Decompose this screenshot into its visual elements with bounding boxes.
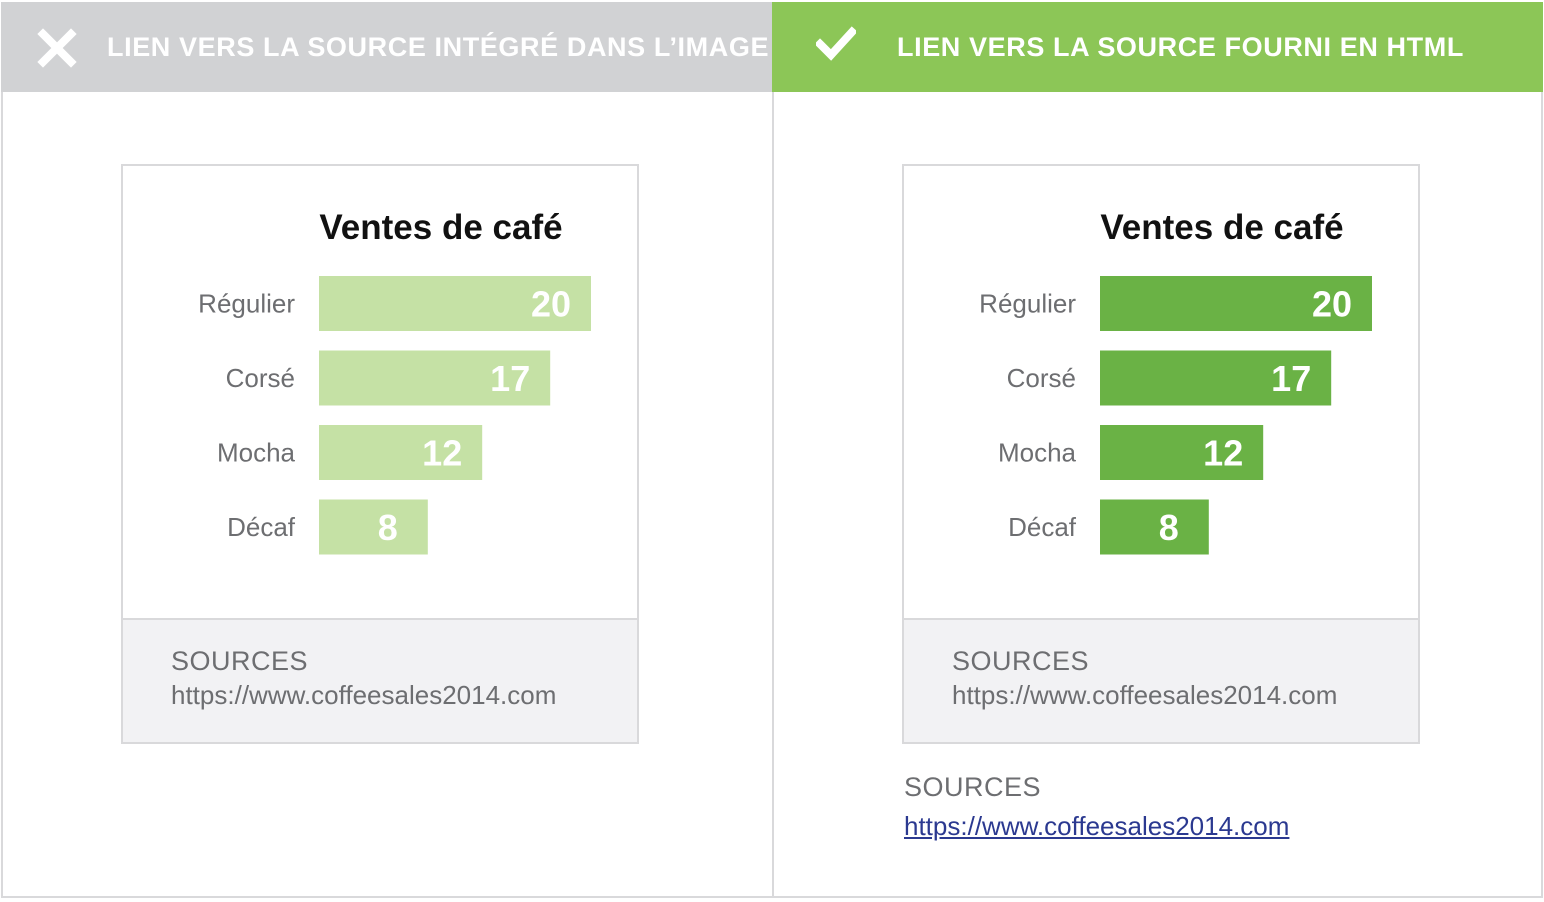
category-label: Régulier bbox=[198, 289, 295, 319]
bar-value-label: 17 bbox=[1271, 358, 1311, 399]
left-banner: LIEN VERS LA SOURCE INTÉGRÉ DANS L’IMAGE bbox=[1, 2, 774, 92]
html-source-link[interactable]: https://www.coffeesales2014.com bbox=[904, 811, 1289, 842]
html-sources-heading: SOURCES bbox=[904, 772, 1042, 802]
right-bar-chart: Ventes de café Régulier 20 Corsé 17 Mocha 12 Dé… bbox=[979, 208, 1372, 555]
bar-value-label: 20 bbox=[1312, 284, 1352, 325]
right-banner-text: LIEN VERS LA SOURCE FOURNI EN HTML bbox=[897, 32, 1464, 62]
bar-value-label: 12 bbox=[422, 433, 462, 474]
right-chart-sources-footer: SOURCES https://www.coffeesales2014.com bbox=[904, 618, 1418, 742]
right-sources-heading: SOURCES bbox=[952, 646, 1090, 676]
comparison-infographic: LIEN VERS LA SOURCE INTÉGRÉ DANS L’IMAGE… bbox=[0, 0, 1544, 902]
bar-value-label: 8 bbox=[1159, 507, 1179, 548]
bar-value-label: 20 bbox=[531, 284, 571, 325]
html-source-block: SOURCES https://www.coffeesales2014.com bbox=[904, 772, 1289, 842]
chart-title: Ventes de café bbox=[1100, 208, 1343, 247]
category-label: Mocha bbox=[217, 438, 296, 468]
left-sources-heading: SOURCES bbox=[171, 646, 309, 676]
right-banner: LIEN VERS LA SOURCE FOURNI EN HTML bbox=[772, 2, 1543, 92]
category-label: Mocha bbox=[998, 438, 1077, 468]
category-label: Corsé bbox=[226, 363, 295, 393]
left-panel-incorrect-example: LIEN VERS LA SOURCE INTÉGRÉ DANS L’IMAGE… bbox=[1, 2, 774, 898]
left-chart-sources-footer: SOURCES https://www.coffeesales2014.com bbox=[123, 618, 637, 742]
category-label: Corsé bbox=[1007, 363, 1076, 393]
bar-value-label: 12 bbox=[1203, 433, 1243, 474]
left-chart-card: Ventes de café Régulier 20 Corsé 17 Mocha 12 Dé… bbox=[121, 164, 639, 744]
bar-value-label: 17 bbox=[490, 358, 530, 399]
right-chart-card: Ventes de café Régulier 20 Corsé 17 Mocha 12 Dé… bbox=[902, 164, 1420, 744]
category-label: Décaf bbox=[227, 512, 296, 542]
left-banner-text: LIEN VERS LA SOURCE INTÉGRÉ DANS L’IMAGE bbox=[107, 32, 770, 62]
category-label: Régulier bbox=[979, 289, 1076, 319]
category-label: Décaf bbox=[1008, 512, 1077, 542]
left-sources-url-text: https://www.coffeesales2014.com bbox=[171, 680, 557, 710]
chart-title: Ventes de café bbox=[319, 208, 562, 247]
right-panel-correct-example: LIEN VERS LA SOURCE FOURNI EN HTML Vente… bbox=[772, 2, 1543, 898]
left-bar-chart: Ventes de café Régulier 20 Corsé 17 Mocha 12 Dé… bbox=[198, 208, 591, 555]
bar-value-label: 8 bbox=[378, 507, 398, 548]
checkmark-icon bbox=[816, 26, 856, 61]
close-icon bbox=[37, 28, 77, 68]
right-sources-url-text: https://www.coffeesales2014.com bbox=[952, 680, 1338, 710]
bar bbox=[319, 499, 428, 555]
bar bbox=[1100, 499, 1209, 555]
